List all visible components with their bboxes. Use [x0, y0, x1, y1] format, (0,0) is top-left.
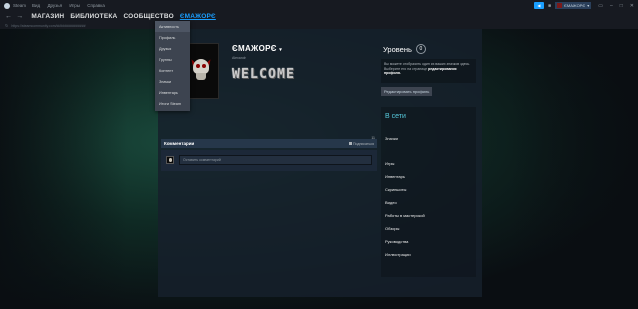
level-badge[interactable]: 0	[415, 44, 426, 54]
maximize-icon[interactable]: □	[620, 3, 623, 9]
broadcast-button[interactable]: ◀	[533, 2, 544, 9]
badge-showcase-info: Вы можете отобразить один из ваших значк…	[381, 59, 476, 83]
close-icon[interactable]: ✕	[630, 3, 634, 9]
online-status: В сети	[385, 113, 406, 120]
notification-icon[interactable]: ■	[548, 3, 551, 9]
nav-community[interactable]: СООБЩЕСТВО	[123, 13, 173, 20]
menu-item-activity[interactable]: Активность	[155, 21, 190, 32]
nav-store[interactable]: МАГАЗИН	[31, 13, 64, 20]
title-menu: Вид Друзья Игры Справка	[32, 3, 111, 8]
url-bar: ↻ https://steamcommunity.com/id/########…	[0, 22, 638, 29]
chevron-down-icon: ▾	[587, 3, 590, 8]
url-text[interactable]: https://steamcommunity.com/id/##########…	[11, 24, 85, 28]
title-bar: Steam Вид Друзья Игры Справка ◀ ■ ЄMAЖOP…	[0, 0, 638, 11]
title-right: ◀ ■ ЄMAЖOPЄ ▾ ▭ – □ ✕	[533, 2, 638, 9]
link-guides[interactable]: Руководства	[385, 239, 408, 244]
edit-profile-button[interactable]: Редактировать профиль	[381, 87, 433, 96]
account-menu[interactable]: ЄMAЖOPЄ ▾	[555, 2, 592, 9]
minimize-icon[interactable]: –	[610, 3, 613, 9]
profile-real-name: Alexandr	[232, 56, 246, 60]
forward-arrow-icon[interactable]: →	[16, 13, 23, 20]
account-name: ЄMAЖOPЄ	[564, 3, 586, 8]
nav-links: МАГАЗИН БИБЛИОТЕКА СООБЩЕСТВО ЄMAЖOPЄ	[31, 13, 215, 20]
nav-bar: ← → МАГАЗИН БИБЛИОТЕКА СООБЩЕСТВО ЄMAЖOP…	[0, 11, 638, 22]
link-videos[interactable]: Видео	[385, 200, 397, 205]
link-reviews[interactable]: Обзоры	[385, 226, 399, 231]
menu-friends[interactable]: Друзья	[47, 3, 62, 8]
menu-item-profile[interactable]: Профиль	[155, 32, 190, 43]
back-arrow-icon[interactable]: ←	[5, 13, 12, 20]
commenter-avatar	[166, 156, 174, 164]
menu-games[interactable]: Игры	[69, 3, 80, 8]
subscribe-toggle[interactable]: Подписаться	[349, 142, 374, 146]
chevron-down-icon[interactable]: ▾	[279, 47, 282, 53]
app-name[interactable]: Steam	[13, 3, 26, 8]
nav-library[interactable]: БИБЛИОТЕКА	[70, 13, 117, 20]
profile-name[interactable]: ЄMAЖOPЄ ▾	[232, 44, 282, 53]
menu-item-year-review[interactable]: Итоги Steam	[155, 98, 190, 109]
profile-showcase-text: WELCOME	[232, 67, 296, 82]
link-badges[interactable]: Значки	[385, 136, 398, 141]
skull-icon	[189, 58, 213, 83]
profile-dropdown-menu: Активность Профиль Друзья Группы Контент…	[155, 21, 190, 111]
avatar-small	[557, 3, 562, 8]
big-picture-icon[interactable]: ▭	[598, 3, 603, 9]
menu-item-content[interactable]: Контент	[155, 65, 190, 76]
refresh-icon[interactable]: ↻	[5, 23, 8, 28]
level-header: Уровень 0	[383, 44, 426, 54]
link-games[interactable]: Игры	[385, 161, 394, 166]
menu-item-inventory[interactable]: Инвентарь	[155, 87, 190, 98]
level-label: Уровень	[383, 44, 412, 54]
comments-header: Комментарии Подписаться 11	[161, 136, 377, 148]
menu-help[interactable]: Справка	[87, 3, 105, 8]
menu-item-groups[interactable]: Группы	[155, 54, 190, 65]
comments-title: Комментарии	[164, 141, 195, 146]
comment-form: Оставить комментарий	[161, 150, 377, 171]
comment-input[interactable]: Оставить комментарий	[179, 155, 372, 165]
link-artwork[interactable]: Иллюстрации	[385, 252, 411, 257]
link-inventory[interactable]: Инвентарь	[385, 174, 405, 179]
menu-item-badges[interactable]: Значки	[155, 76, 190, 87]
menu-view[interactable]: Вид	[32, 3, 40, 8]
link-screenshots[interactable]: Скриншоты	[385, 187, 406, 192]
status-panel: В сети Значки Игры Инвентарь Скриншоты В…	[381, 107, 476, 277]
nav-profile[interactable]: ЄMAЖOPЄ	[180, 13, 216, 20]
comments-count: 11	[371, 136, 375, 140]
menu-item-friends[interactable]: Друзья	[155, 43, 190, 54]
checkbox-icon[interactable]	[349, 142, 353, 145]
link-workshop[interactable]: Работы в мастерской	[385, 213, 425, 218]
steam-logo-icon[interactable]	[4, 2, 10, 9]
